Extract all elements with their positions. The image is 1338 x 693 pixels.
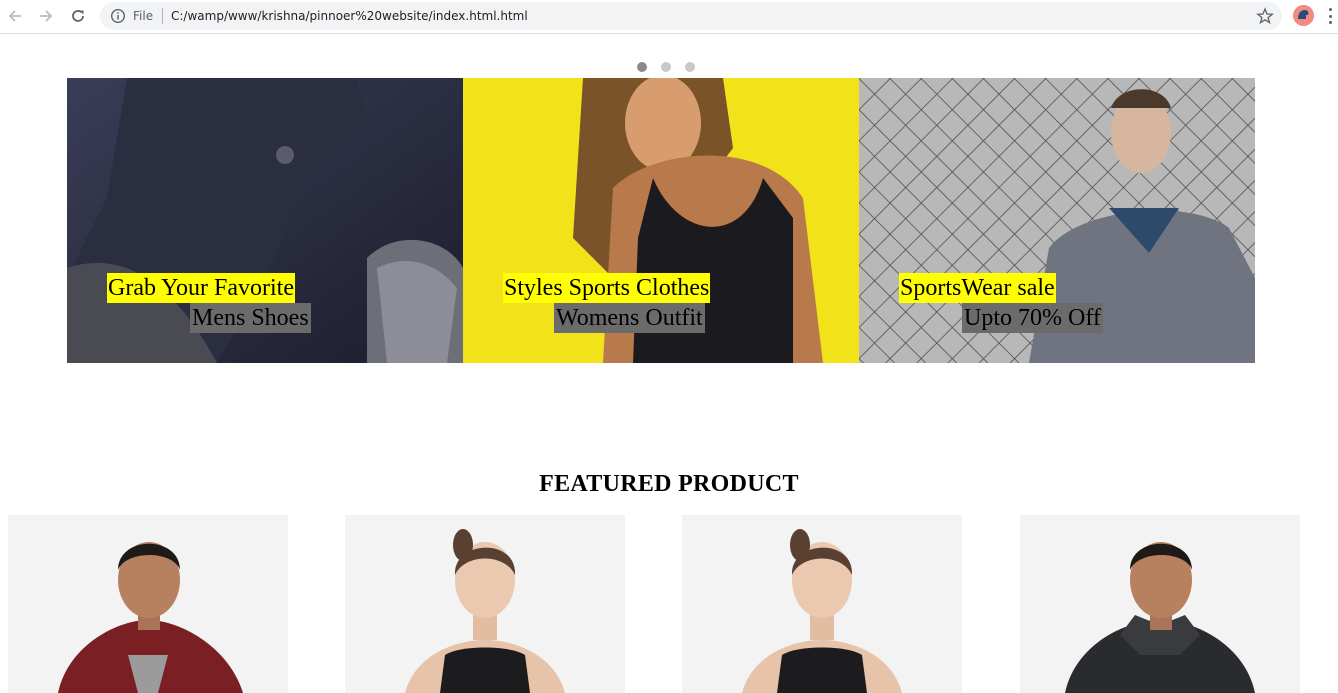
forward-button[interactable] bbox=[34, 4, 58, 28]
info-icon[interactable] bbox=[110, 8, 126, 24]
product-image-black-jacket bbox=[1065, 542, 1255, 693]
address-divider bbox=[162, 8, 163, 24]
reload-button[interactable] bbox=[66, 4, 90, 28]
hero-slider: Grab Your Favorite Mens Shoes Styles Spo… bbox=[67, 78, 1255, 363]
carousel-indicators bbox=[637, 62, 695, 72]
product-image-black-top bbox=[742, 529, 902, 693]
slide-headline: Grab Your Favorite bbox=[107, 273, 295, 303]
bookmark-star-icon[interactable] bbox=[1256, 7, 1274, 25]
arrow-right-icon bbox=[40, 10, 53, 22]
browser-toolbar: File C:/wamp/www/krishna/pinnoer%20websi… bbox=[0, 0, 1338, 34]
reload-icon bbox=[72, 10, 84, 22]
slide-headline: SportsWear sale bbox=[899, 273, 1056, 303]
slide-womens-outfit[interactable]: Styles Sports Clothes Womens Outfit bbox=[463, 78, 859, 363]
carousel-indicator-1[interactable] bbox=[637, 62, 647, 72]
product-card[interactable] bbox=[8, 515, 288, 693]
carousel-indicator-2[interactable] bbox=[661, 62, 671, 72]
product-card[interactable] bbox=[682, 515, 962, 693]
featured-product-heading: FEATURED PRODUCT bbox=[539, 471, 799, 497]
slide-headline: Styles Sports Clothes bbox=[503, 273, 711, 303]
address-bar[interactable]: File C:/wamp/www/krishna/pinnoer%20websi… bbox=[100, 2, 1282, 30]
url-text[interactable]: C:/wamp/www/krishna/pinnoer%20website/in… bbox=[171, 8, 528, 24]
slide-subline: Womens Outfit bbox=[554, 303, 705, 333]
slide-sportswear-sale[interactable]: SportsWear sale Upto 70% Off bbox=[859, 78, 1255, 363]
arrow-left-icon bbox=[8, 10, 21, 22]
product-image-maroon-hoodie bbox=[58, 542, 243, 693]
carousel-indicator-3[interactable] bbox=[685, 62, 695, 72]
slide-mens-shoes[interactable]: Grab Your Favorite Mens Shoes bbox=[67, 78, 463, 363]
back-button[interactable] bbox=[3, 4, 27, 28]
product-image-black-top bbox=[405, 529, 565, 693]
product-card[interactable] bbox=[345, 515, 625, 693]
browser-menu-button[interactable] bbox=[1326, 8, 1334, 24]
slide-subline: Mens Shoes bbox=[190, 303, 311, 333]
profile-avatar[interactable] bbox=[1293, 5, 1314, 26]
profile-picture bbox=[1293, 5, 1314, 26]
product-card[interactable] bbox=[1020, 515, 1300, 693]
slide-subline: Upto 70% Off bbox=[962, 303, 1103, 333]
file-scheme-label: File bbox=[133, 9, 154, 23]
